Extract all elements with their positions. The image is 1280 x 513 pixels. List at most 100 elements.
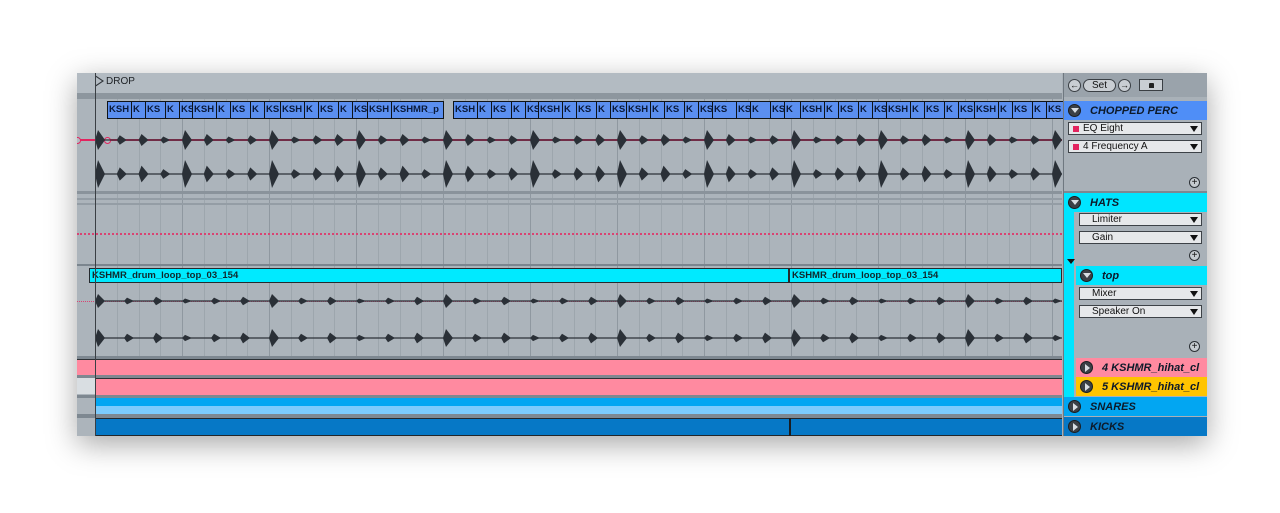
kicks-lane[interactable] [95,418,1062,436]
add-lane-icon[interactable]: + [1189,177,1200,188]
device-chooser[interactable]: Mixer [1079,287,1202,300]
locator-strip[interactable]: DROP [77,73,1062,94]
perc-clip[interactable]: KSHMR_p [392,102,443,118]
track-header-hihat-5[interactable]: 5 KSHMR_hihat_cl [1076,377,1207,396]
waveform-transient [334,165,345,183]
track-header-snares[interactable]: SNARES [1064,397,1207,416]
perc-clip[interactable]: KS [839,102,858,118]
lock-button[interactable] [1139,79,1164,91]
waveform-transient [733,297,743,305]
perc-clip[interactable]: K [339,102,352,118]
automation-point[interactable] [77,137,81,144]
top-clip[interactable]: KSHMR_drum_loop_top_03_154 [789,268,1062,283]
perc-clip[interactable]: KS [665,102,684,118]
perc-clip[interactable]: KSH [193,102,216,118]
perc-clip[interactable]: K [945,102,958,118]
device-chooser[interactable]: EQ Eight [1068,122,1202,135]
waveform-transient [660,134,671,146]
track-header-chopped-perc[interactable]: CHOPPED PERC [1064,101,1207,120]
perc-clip[interactable]: K [911,102,924,118]
expand-icon[interactable] [1080,361,1093,374]
parameter-chooser[interactable]: 4 Frequency A [1068,140,1202,153]
perc-clip[interactable]: K [132,102,145,118]
snares-lane-bottom[interactable] [95,406,1062,414]
perc-clip[interactable]: K [751,102,770,118]
perc-clip[interactable]: KS [1013,102,1032,118]
fold-arrow-icon[interactable] [1067,259,1075,264]
perc-clip[interactable]: KSH [539,102,562,118]
track-header-hats[interactable]: HATS [1064,193,1207,212]
perc-clip[interactable]: K [478,102,491,118]
parameter-chooser[interactable]: Speaker On [1079,305,1202,318]
perc-clip[interactable]: KS [771,102,784,118]
clip-group: KSH K KS K KS [800,101,893,119]
perc-clip[interactable]: K [166,102,179,118]
perc-clip[interactable]: K [217,102,230,118]
add-lane-icon[interactable]: + [1189,250,1200,261]
device-chooser[interactable]: Limiter [1079,213,1202,226]
collapse-icon[interactable] [1068,196,1081,209]
track-header-top[interactable]: top [1076,266,1207,285]
perc-clip[interactable]: KS [492,102,511,118]
perc-clip[interactable]: K [597,102,610,118]
arrangement-window: DROP KSH K KS K KS KSH K KS K KS KSH K KS K KS KSH KSHMR… [77,73,1207,436]
waveform-transient [116,167,127,181]
track-header-kicks[interactable]: KICKS [1064,417,1207,436]
waveform-transient [443,294,453,308]
track-header-hihat-4[interactable]: 4 KSHMR_hihat_cl [1076,358,1207,377]
perc-clip[interactable]: K [512,102,525,118]
waveform-transient [124,333,134,343]
waveform-transient [385,297,395,305]
hihat-4-lane[interactable] [77,359,1062,376]
perc-clip[interactable]: K [825,102,838,118]
waveform-transient [595,134,606,146]
perc-clip[interactable]: K [685,102,698,118]
arrangement-view[interactable]: DROP KSH K KS K KS KSH K KS K KS KSH K KS K KS KSH KSHMR… [77,73,1206,436]
collapse-icon[interactable] [1080,269,1093,282]
perc-clip[interactable]: KS [231,102,250,118]
top-clip[interactable]: KSHMR_drum_loop_top_03_154 [89,268,789,283]
expand-icon[interactable] [1068,400,1081,413]
perc-clip[interactable]: K [305,102,318,118]
perc-clip[interactable]: KSH [281,102,304,118]
perc-clip[interactable]: K [859,102,872,118]
perc-clip[interactable]: KSH [454,102,477,118]
add-lane-icon[interactable]: + [1189,341,1200,352]
perc-clip[interactable]: KS [925,102,944,118]
expand-icon[interactable] [1068,420,1081,433]
waveform-transient [464,134,475,146]
perc-clip[interactable]: K [651,102,664,118]
set-locator-button[interactable]: Set [1083,78,1117,92]
hats-automation-line[interactable] [77,233,1062,235]
prev-locator-button[interactable]: ← [1068,78,1081,92]
waveform-transient [203,134,214,146]
perc-clip[interactable]: KS [319,102,338,118]
perc-clip[interactable]: KSH [737,102,750,118]
waveform-transient [472,333,482,343]
waveform-transient [240,332,250,344]
perc-clip[interactable]: KSH [975,102,998,118]
perc-clip[interactable]: KSH [887,102,910,118]
perc-clip[interactable]: KSH [368,102,391,118]
locator-drop[interactable]: DROP [95,75,135,87]
next-locator-button[interactable]: → [1118,78,1132,92]
perc-clip[interactable]: KS [577,102,596,118]
perc-clip[interactable]: KSH [108,102,131,118]
perc-clip[interactable]: K [999,102,1012,118]
perc-clip[interactable]: K [563,102,576,118]
waveform-transient [269,160,279,188]
expand-icon[interactable] [1080,380,1093,393]
perc-clip[interactable]: K [251,102,264,118]
waveform-transient [153,296,163,306]
perc-clip[interactable]: KS [146,102,165,118]
parameter-chooser[interactable]: Gain [1079,231,1202,244]
perc-clip[interactable]: KSH [801,102,824,118]
perc-clip[interactable]: KS [713,102,736,118]
perc-clip[interactable]: K [1033,102,1046,118]
perc-clip[interactable]: KSH [627,102,650,118]
waveform-transient [820,297,830,305]
snares-lane-top[interactable] [95,398,1062,406]
waveform-transient [907,333,917,343]
collapse-icon[interactable] [1068,104,1081,117]
hihat-5-lane[interactable] [95,378,1062,396]
